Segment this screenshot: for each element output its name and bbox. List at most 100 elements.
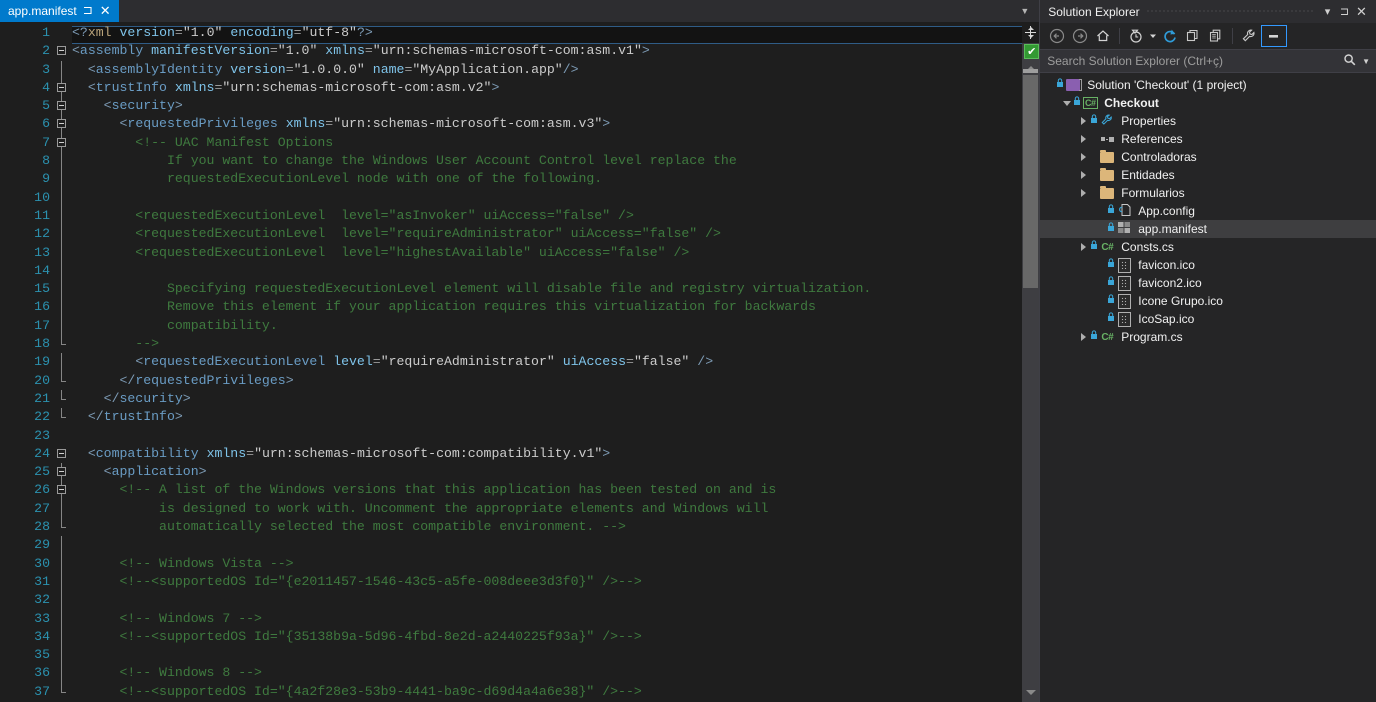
code-line[interactable] <box>72 427 1022 445</box>
collapse-all-button[interactable] <box>1182 25 1204 47</box>
code-line[interactable]: </security> <box>72 390 1022 408</box>
code-line[interactable]: <assemblyIdentity version="1.0.0.0" name… <box>72 61 1022 79</box>
chevron-right-icon[interactable] <box>1078 166 1089 184</box>
code-line[interactable]: <requestedExecutionLevel level="requireA… <box>72 225 1022 243</box>
code-line[interactable]: <security> <box>72 97 1022 115</box>
code-line[interactable]: <requestedExecutionLevel level="asInvoke… <box>72 207 1022 225</box>
tree-item-properties[interactable]: Properties <box>1040 112 1376 130</box>
code-line[interactable]: automatically selected the most compatib… <box>72 518 1022 536</box>
tree-item-icone-grupo-ico[interactable]: Icone Grupo.ico <box>1040 292 1376 310</box>
code-line[interactable]: <!-- Windows 8 --> <box>72 664 1022 682</box>
code-line[interactable]: <!-- UAC Manifest Options <box>72 134 1022 152</box>
fold-row[interactable] <box>54 481 72 500</box>
fold-row[interactable] <box>54 97 72 116</box>
code-line[interactable]: <!-- Windows 7 --> <box>72 610 1022 628</box>
code-line[interactable]: Specifying requestedExecutionLevel eleme… <box>72 280 1022 298</box>
scrollbar-thumb[interactable] <box>1023 75 1039 288</box>
tree-item-consts-cs[interactable]: C# Consts.cs <box>1040 238 1376 256</box>
code-line[interactable]: requestedExecutionLevel node with one of… <box>72 170 1022 188</box>
code-line[interactable] <box>72 646 1022 664</box>
fold-toggle-icon[interactable] <box>57 467 66 477</box>
tree-item-icosap-ico[interactable]: IcoSap.ico <box>1040 310 1376 328</box>
pin-icon[interactable]: ⊐ <box>83 0 98 21</box>
fold-toggle-icon[interactable] <box>57 485 66 495</box>
code-line[interactable]: <requestedExecutionLevel level="requireA… <box>72 353 1022 371</box>
selection-margin[interactable] <box>0 22 9 702</box>
tree-item-app-config[interactable]: App.config <box>1040 202 1376 220</box>
code-line[interactable]: <!--<supportedOS Id="{4a2f28e3-53b9-4441… <box>72 683 1022 701</box>
code-line[interactable]: <trustInfo xmlns="urn:schemas-microsoft-… <box>72 79 1022 97</box>
chevron-right-icon[interactable] <box>1078 148 1089 166</box>
code-line[interactable]: <application> <box>72 463 1022 481</box>
fold-toggle-icon[interactable] <box>57 137 66 147</box>
tree-item-checkout[interactable]: C# Checkout <box>1040 94 1376 112</box>
code-folding-margin[interactable] <box>54 22 72 702</box>
code-line[interactable]: </requestedPrivileges> <box>72 372 1022 390</box>
code-line[interactable] <box>72 536 1022 554</box>
code-line[interactable] <box>72 591 1022 609</box>
tree-item-favicon2-ico[interactable]: favicon2.ico <box>1040 274 1376 292</box>
solution-tree[interactable]: Solution 'Checkout' (1 project) C# Checkou… <box>1040 73 1376 702</box>
chevron-down-icon[interactable] <box>1061 94 1072 112</box>
pin-icon[interactable]: ⊐ <box>1336 5 1353 18</box>
tab-app-manifest[interactable]: app.manifest ⊐ ✕ <box>0 0 119 22</box>
tree-item-program-cs[interactable]: C# Program.cs <box>1040 328 1376 346</box>
code-line[interactable]: <requestedPrivileges xmlns="urn:schemas-… <box>72 115 1022 133</box>
close-icon[interactable]: ✕ <box>98 0 113 22</box>
code-line[interactable]: <assembly manifestVersion="1.0" xmlns="u… <box>72 42 1022 60</box>
fold-row[interactable] <box>54 78 72 98</box>
fold-row[interactable] <box>54 463 72 482</box>
pending-changes-button[interactable] <box>1125 25 1147 47</box>
code-line[interactable]: </trustInfo> <box>72 408 1022 426</box>
code-line[interactable]: <compatibility xmlns="urn:schemas-micros… <box>72 445 1022 463</box>
chevron-right-icon[interactable] <box>1078 112 1089 130</box>
chevron-right-icon[interactable] <box>1078 238 1089 256</box>
code-text-area[interactable]: <?xml version="1.0" encoding="utf-8"?> <a… <box>72 22 1023 702</box>
fold-toggle-icon[interactable] <box>57 448 66 458</box>
tree-item-solution-checkout-1-project[interactable]: Solution 'Checkout' (1 project) <box>1040 76 1376 94</box>
code-line[interactable]: <!--<supportedOS Id="{35138b9a-5d96-4fbd… <box>72 628 1022 646</box>
show-all-files-button[interactable] <box>1205 25 1227 47</box>
tree-item-formularios[interactable]: Formularios <box>1040 184 1376 202</box>
code-health-ok-icon[interactable]: ✔ <box>1024 44 1040 59</box>
chevron-down-icon[interactable] <box>1148 25 1158 47</box>
refresh-button[interactable] <box>1159 25 1181 47</box>
code-line[interactable]: <!-- A list of the Windows versions that… <box>72 481 1022 499</box>
editor-vertical-scrollbar[interactable]: ✔ <box>1022 22 1040 702</box>
fold-row[interactable] <box>54 133 72 153</box>
fold-row[interactable] <box>54 115 72 134</box>
code-line[interactable]: compatibility. <box>72 317 1022 335</box>
code-line[interactable]: --> <box>72 335 1022 353</box>
back-button[interactable] <box>1046 25 1068 47</box>
dropdown-icon[interactable]: ▾ <box>1319 5 1336 18</box>
tree-item-entidades[interactable]: Entidades <box>1040 166 1376 184</box>
editor-body[interactable]: 1 2 3 4 5 6 7 8 9 10 11 12 13 14 15 16 17 18 19 20 21 22 23 24 2… <box>0 22 1040 702</box>
forward-button[interactable] <box>1069 25 1091 47</box>
fold-toggle-icon[interactable] <box>57 82 66 92</box>
code-line[interactable]: Remove this element if your application … <box>72 298 1022 316</box>
code-line[interactable]: is designed to work with. Uncomment the … <box>72 500 1022 518</box>
fold-toggle-icon[interactable] <box>57 101 66 111</box>
arrow-down-icon[interactable] <box>1022 685 1039 699</box>
fold-row[interactable] <box>54 42 72 60</box>
split-view-icon[interactable] <box>1022 22 1040 43</box>
code-line[interactable]: <!-- Windows Vista --> <box>72 555 1022 573</box>
search-input[interactable] <box>1040 53 1344 69</box>
code-line[interactable]: <requestedExecutionLevel level="highestA… <box>72 244 1022 262</box>
code-line[interactable]: If you want to change the Windows User A… <box>72 152 1022 170</box>
code-line[interactable]: <?xml version="1.0" encoding="utf-8"?> <box>72 24 1023 44</box>
chevron-right-icon[interactable] <box>1078 328 1089 346</box>
fold-toggle-icon[interactable] <box>57 46 66 56</box>
home-button[interactable] <box>1092 25 1114 47</box>
fold-toggle-icon[interactable] <box>57 119 66 129</box>
properties-button[interactable] <box>1238 25 1260 47</box>
code-line[interactable] <box>72 189 1022 207</box>
scrollbar-track[interactable] <box>1022 69 1040 685</box>
chevron-down-icon[interactable]: ▼ <box>1360 57 1376 66</box>
chevron-right-icon[interactable] <box>1078 130 1089 148</box>
code-line[interactable] <box>72 262 1022 280</box>
tree-item-controladoras[interactable]: Controladoras <box>1040 148 1376 166</box>
search-box[interactable]: ▼ <box>1040 49 1376 73</box>
tree-item-references[interactable]: References <box>1040 130 1376 148</box>
chevron-right-icon[interactable] <box>1078 184 1089 202</box>
